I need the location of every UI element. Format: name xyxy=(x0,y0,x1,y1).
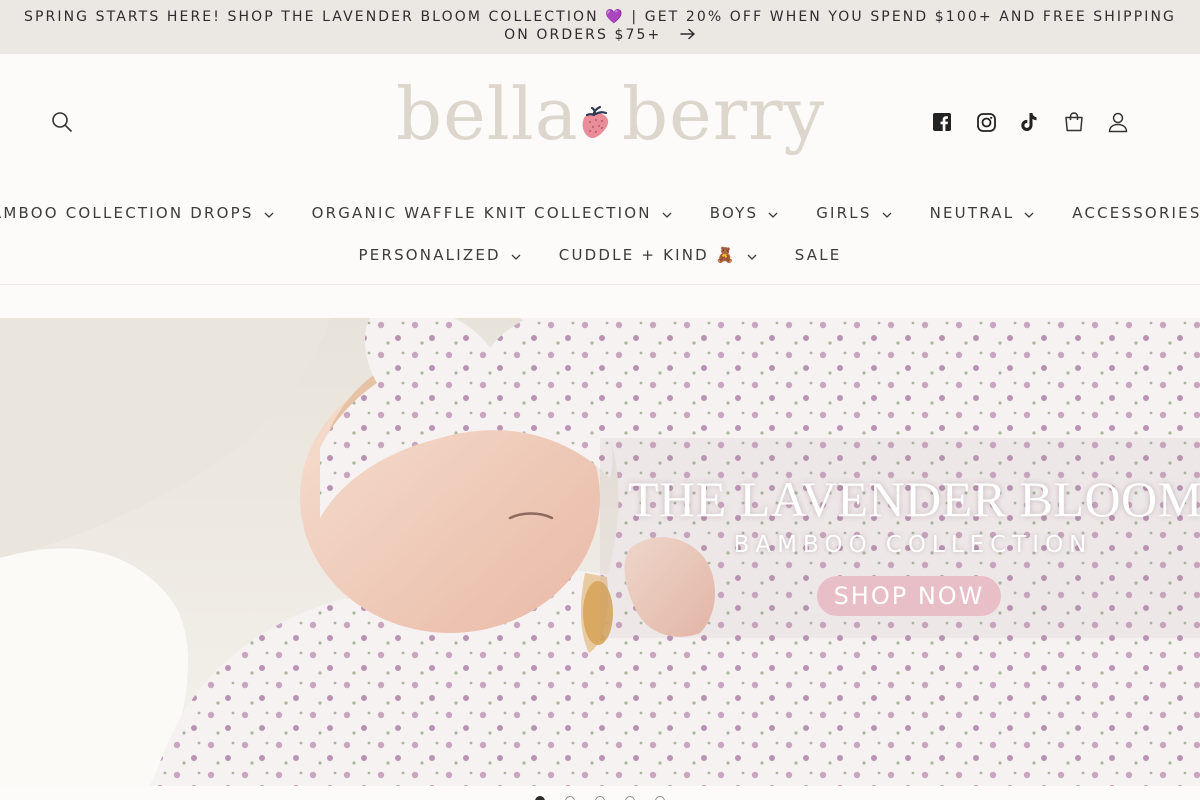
logo-word-bella: bella xyxy=(396,72,579,156)
nav-item-label: NEUTRAL xyxy=(929,204,1015,222)
chevron-down-icon xyxy=(264,204,274,222)
nav-item-boys[interactable]: BOYS xyxy=(710,204,779,222)
account-icon[interactable] xyxy=(1106,110,1130,134)
hero-banner[interactable]: THE LAVENDER BLOOM BAMBOO COLLECTION SHO… xyxy=(0,318,1200,786)
strawberry-icon xyxy=(578,104,614,145)
nav-item-label: GIRLS xyxy=(816,204,872,222)
nav-item-personalized[interactable]: PERSONALIZED xyxy=(359,246,521,264)
facebook-icon[interactable] xyxy=(930,110,954,134)
slide-dot-1[interactable] xyxy=(535,796,545,800)
slide-dot-2[interactable] xyxy=(565,796,575,800)
nav-item-bamboo-collection-drops[interactable]: BAMBOO COLLECTION DROPS xyxy=(0,204,274,222)
hero-subtitle: BAMBOO COLLECTION xyxy=(733,532,1093,558)
slider-dots xyxy=(0,792,1200,800)
main-nav-row-1: BAMBOO COLLECTION DROPS ORGANIC WAFFLE K… xyxy=(0,204,1200,222)
site-logo[interactable]: bella berry xyxy=(396,72,824,162)
nav-item-label: ACCESSORIES xyxy=(1072,204,1200,222)
search-icon[interactable] xyxy=(50,110,74,134)
hero-title: THE LAVENDER BLOOM xyxy=(628,471,1200,527)
announcement-bar[interactable]: SPRING STARTS HERE! SHOP THE LAVENDER BL… xyxy=(0,0,1200,54)
announcement-text[interactable]: SPRING STARTS HERE! SHOP THE LAVENDER BL… xyxy=(24,9,1176,43)
nav-item-organic-waffle-knit-collection[interactable]: ORGANIC WAFFLE KNIT COLLECTION xyxy=(312,204,672,222)
nav-item-label: PERSONALIZED xyxy=(358,246,501,264)
chevron-down-icon xyxy=(882,204,892,222)
nav-item-label: ORGANIC WAFFLE KNIT COLLECTION xyxy=(311,204,652,222)
chevron-down-icon xyxy=(511,246,521,264)
chevron-down-icon xyxy=(662,204,672,222)
nav-item-sale[interactable]: SALE xyxy=(795,246,842,264)
tiktok-icon[interactable] xyxy=(1017,110,1041,134)
slide-dot-4[interactable] xyxy=(625,796,635,800)
nav-item-neutral[interactable]: NEUTRAL xyxy=(930,204,1035,222)
arrow-right-icon[interactable] xyxy=(680,27,696,45)
chevron-down-icon xyxy=(747,246,757,264)
nav-item-label: CUDDLE + KIND 🧸 xyxy=(558,246,737,264)
nav-item-girls[interactable]: GIRLS xyxy=(816,204,892,222)
site-header: bella berry BAMBOO COLLECTION DROPS ORGA… xyxy=(0,54,1200,285)
slide-dot-3[interactable] xyxy=(595,796,605,800)
instagram-icon[interactable] xyxy=(974,110,998,134)
chevron-down-icon xyxy=(768,204,778,222)
chevron-down-icon xyxy=(1024,204,1034,222)
nav-item-accessories[interactable]: ACCESSORIES xyxy=(1072,204,1200,222)
cart-icon[interactable] xyxy=(1062,110,1086,134)
nav-item-label: SALE xyxy=(794,246,842,264)
nav-item-label: BOYS xyxy=(709,204,759,222)
nav-item-label: BAMBOO COLLECTION DROPS xyxy=(0,204,254,222)
main-nav-row-2: PERSONALIZED CUDDLE + KIND 🧸 SALE xyxy=(0,246,1200,264)
shop-now-button[interactable]: SHOP NOW xyxy=(817,576,1001,616)
slide-dot-5[interactable] xyxy=(655,796,665,800)
logo-word-berry: berry xyxy=(622,72,826,156)
nav-item-cuddle-kind[interactable]: CUDDLE + KIND 🧸 xyxy=(559,246,757,264)
